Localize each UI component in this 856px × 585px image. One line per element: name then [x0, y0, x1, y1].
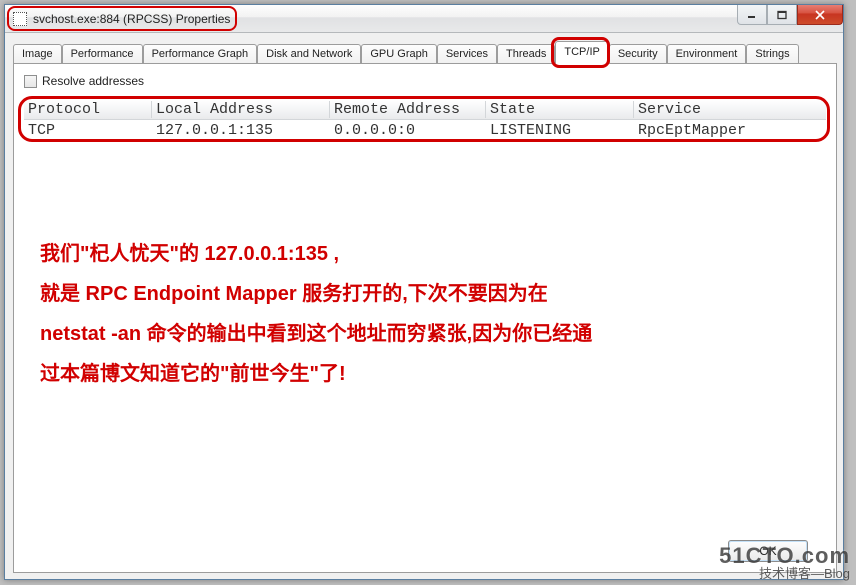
annotation-line: 就是 RPC Endpoint Mapper 服务打开的,下次不要因为在 — [40, 274, 800, 314]
client-area: ImagePerformancePerformance GraphDisk an… — [13, 41, 837, 573]
cell-local: 127.0.0.1:135 — [152, 122, 330, 139]
properties-window: svchost.exe:884 (RPCSS) Properties Image… — [4, 4, 844, 580]
table-header: Protocol Local Address Remote Address St… — [24, 100, 826, 120]
tab-performance[interactable]: Performance — [62, 44, 143, 64]
col-state[interactable]: State — [486, 101, 634, 118]
col-remote-address[interactable]: Remote Address — [330, 101, 486, 118]
resolve-addresses-label[interactable]: Resolve addresses — [42, 74, 144, 88]
tab-image[interactable]: Image — [13, 44, 62, 64]
annotation-text: 我们"杞人忧天"的 127.0.0.1:135 , 就是 RPC Endpoin… — [40, 234, 800, 394]
ok-button[interactable]: OK — [728, 540, 808, 562]
tab-tcp-ip[interactable]: TCP/IP — [555, 41, 608, 64]
col-service[interactable]: Service — [634, 101, 816, 118]
close-button[interactable] — [797, 5, 843, 25]
tab-threads[interactable]: Threads — [497, 44, 555, 64]
cell-service: RpcEptMapper — [634, 122, 816, 139]
system-menu-icon[interactable] — [13, 12, 27, 26]
cell-protocol: TCP — [24, 122, 152, 139]
tab-services[interactable]: Services — [437, 44, 497, 64]
tab-strip: ImagePerformancePerformance GraphDisk an… — [13, 41, 837, 63]
cell-remote: 0.0.0.0:0 — [330, 122, 486, 139]
window-controls — [737, 5, 843, 25]
tab-environment[interactable]: Environment — [667, 44, 747, 64]
window-title: svchost.exe:884 (RPCSS) Properties — [33, 12, 230, 26]
ok-label: OK — [759, 544, 776, 558]
annotation-line: 过本篇博文知道它的"前世今生"了! — [40, 354, 800, 394]
cell-state: LISTENING — [486, 122, 634, 139]
close-icon — [814, 10, 826, 20]
annotation-line: 我们"杞人忧天"的 127.0.0.1:135 , — [40, 234, 800, 274]
maximize-icon — [777, 10, 787, 20]
minimize-icon — [747, 10, 757, 20]
connections-table: Protocol Local Address Remote Address St… — [24, 100, 826, 139]
maximize-button[interactable] — [767, 5, 797, 25]
tab-strings[interactable]: Strings — [746, 44, 798, 64]
tab-security[interactable]: Security — [609, 44, 667, 64]
table-row[interactable]: TCP 127.0.0.1:135 0.0.0.0:0 LISTENING Rp… — [24, 120, 826, 139]
col-protocol[interactable]: Protocol — [24, 101, 152, 118]
annotation-line: netstat -an 命令的输出中看到这个地址而穷紧张,因为你已经通 — [40, 314, 800, 354]
resolve-addresses-row: Resolve addresses — [24, 74, 144, 88]
col-local-address[interactable]: Local Address — [152, 101, 330, 118]
titlebar[interactable]: svchost.exe:884 (RPCSS) Properties — [5, 5, 843, 33]
tab-disk-and-network[interactable]: Disk and Network — [257, 44, 361, 64]
minimize-button[interactable] — [737, 5, 767, 25]
tab-gpu-graph[interactable]: GPU Graph — [361, 44, 436, 64]
tab-panel-tcpip: Resolve addresses Protocol Local Address… — [13, 63, 837, 573]
tab-performance-graph[interactable]: Performance Graph — [143, 44, 258, 64]
resolve-addresses-checkbox[interactable] — [24, 75, 37, 88]
